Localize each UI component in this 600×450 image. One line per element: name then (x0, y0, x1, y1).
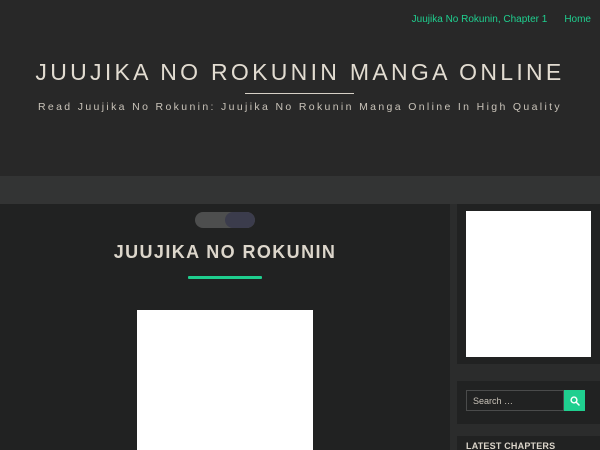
site-header: Juujika No Rokunin, Chapter 1 Home JUUJI… (0, 0, 600, 176)
carousel-toggle[interactable] (195, 212, 255, 228)
site-tagline: Read Juujika No Rokunin: Juujika No Roku… (37, 101, 563, 113)
top-navigation: Juujika No Rokunin, Chapter 1 Home (412, 14, 591, 25)
search-input[interactable] (466, 390, 564, 411)
sidebar: LATEST CHAPTERS (457, 204, 600, 450)
ad-widget (457, 204, 600, 364)
nav-link-chapter-1[interactable]: Juujika No Rokunin, Chapter 1 (412, 14, 548, 25)
search-button[interactable] (564, 390, 585, 411)
latest-chapters-widget: LATEST CHAPTERS (457, 436, 600, 450)
main-content: JUUJIKA NO ROKUNIN (0, 204, 450, 450)
nav-link-home[interactable]: Home (564, 14, 591, 25)
manga-cover-image[interactable] (137, 310, 313, 450)
search-icon (569, 395, 580, 406)
title-accent-line (188, 276, 262, 279)
ad-banner[interactable] (466, 211, 591, 357)
search-widget (457, 381, 600, 424)
title-underline (245, 93, 354, 94)
carousel-toggle-knob (225, 212, 255, 228)
site-title[interactable]: JUUJIKA NO ROKUNIN MANGA ONLINE (0, 59, 600, 86)
post-title: JUUJIKA NO ROKUNIN (113, 242, 337, 262)
header-band (0, 176, 600, 204)
latest-chapters-heading: LATEST CHAPTERS (466, 441, 556, 450)
